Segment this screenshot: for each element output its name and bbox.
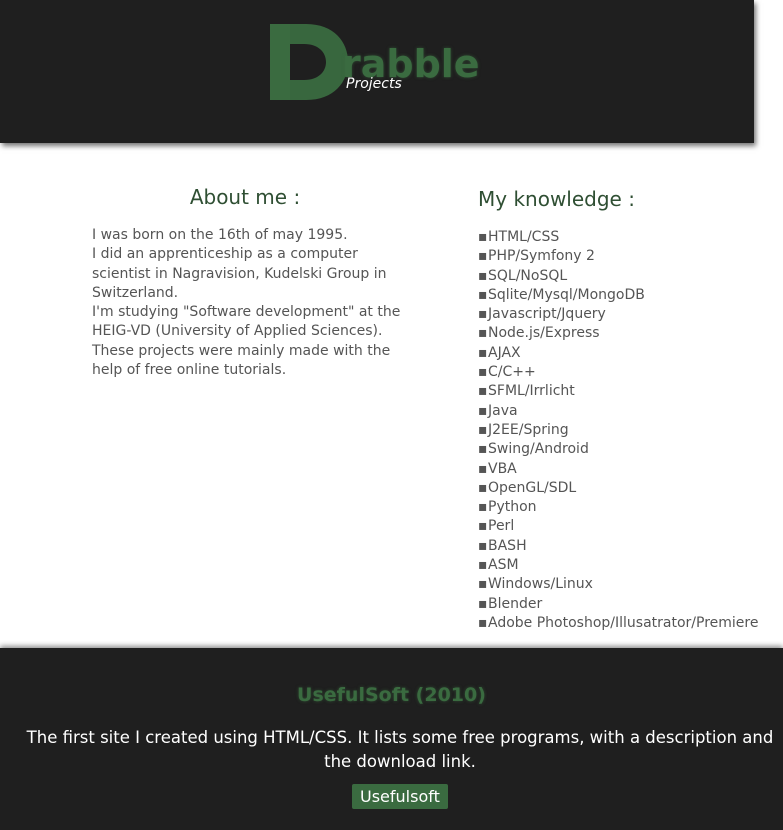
knowledge-item: ▪OpenGL/SDL	[478, 479, 577, 496]
knowledge-list: ▪HTML/CSS ▪PHP/Symfony 2 ▪SQL/NoSQL ▪Sql…	[478, 228, 778, 633]
logo-d-mark	[270, 24, 348, 100]
knowledge-item: ▪Node.js/Express	[478, 325, 600, 342]
about-text: I was born on the 16th of may 1995. I di…	[92, 226, 412, 380]
knowledge-item: ▪SQL/NoSQL	[478, 267, 568, 284]
knowledge-item: ▪SFML/Irrlicht	[478, 383, 575, 400]
knowledge-item: ▪Adobe Photoshop/Illusatrator/Premiere	[478, 614, 759, 631]
about-line: I did an apprenticeship as a computer sc…	[92, 246, 387, 301]
about-line: I was born on the 16th of may 1995.	[92, 227, 348, 243]
knowledge-item: ▪Python	[478, 499, 537, 516]
knowledge-item: ▪VBA	[478, 460, 517, 477]
knowledge-item: ▪Javascript/Jquery	[478, 306, 606, 323]
knowledge-item: ▪ASM	[478, 557, 519, 574]
about-section: About me : I was born on the 16th of may…	[92, 185, 412, 380]
knowledge-item: ▪AJAX	[478, 344, 521, 361]
knowledge-item: ▪Swing/Android	[478, 441, 589, 458]
knowledge-item: ▪Java	[478, 402, 518, 419]
project-description: The first site I created using HTML/CSS.…	[26, 728, 774, 771]
knowledge-section: My knowledge : ▪HTML/CSS ▪PHP/Symfony 2 …	[478, 187, 778, 633]
knowledge-item: ▪HTML/CSS	[478, 229, 560, 245]
knowledge-item: ▪Sqlite/Mysql/MongoDB	[478, 286, 645, 303]
knowledge-title: My knowledge :	[478, 187, 635, 211]
logo-subtitle: Projects	[346, 76, 402, 92]
knowledge-item: ▪Blender	[478, 595, 543, 612]
knowledge-item: ▪Windows/Linux	[478, 576, 593, 593]
knowledge-item: ▪BASH	[478, 537, 527, 554]
knowledge-item: ▪Perl	[478, 518, 515, 535]
knowledge-item: ▪PHP/Symfony 2	[478, 248, 595, 265]
drabble-logo[interactable]: rabble Projects	[268, 22, 498, 112]
usefulsoft-link-button[interactable]: Usefulsoft	[352, 784, 448, 809]
site-header: rabble Projects	[0, 0, 754, 143]
knowledge-item: ▪C/C++	[478, 364, 536, 381]
about-title: About me :	[189, 185, 301, 209]
project-panel: UsefulSoft (2010) The first site I creat…	[0, 648, 783, 830]
project-title: UsefulSoft (2010)	[297, 684, 486, 706]
knowledge-item: ▪J2EE/Spring	[478, 421, 569, 438]
about-line: I'm studying "Software development" at t…	[92, 304, 401, 379]
